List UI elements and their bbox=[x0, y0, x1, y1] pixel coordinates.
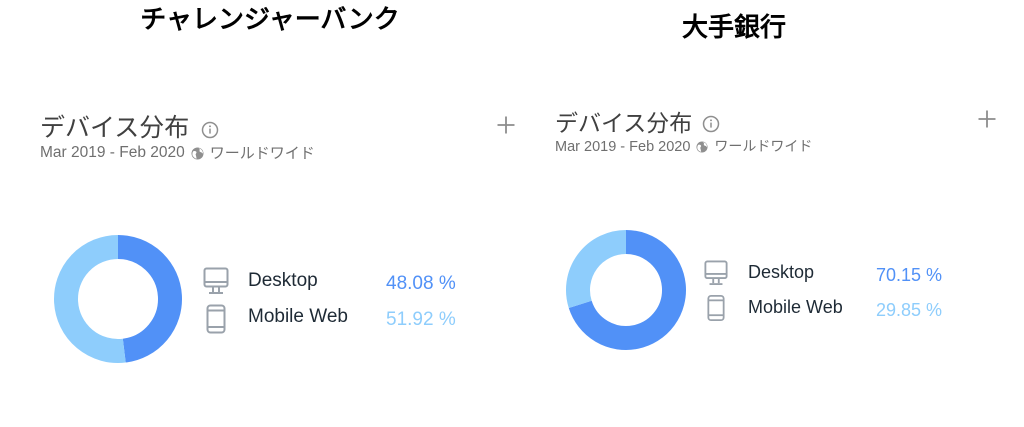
legend-value-mobile-web: 51.92 % bbox=[386, 309, 456, 330]
donut-segment-desktop bbox=[117, 235, 182, 363]
widget-title: デバイス分布 bbox=[40, 113, 190, 142]
legend-label-desktop: Desktop bbox=[748, 262, 815, 282]
globe-icon bbox=[696, 141, 708, 153]
add-button[interactable] bbox=[977, 109, 997, 129]
widget-subtitle: Mar 2019 - Feb 2020 ワールドワイド bbox=[40, 143, 315, 163]
globe-icon bbox=[191, 147, 204, 160]
panel-heading: 大手銀行 bbox=[681, 13, 786, 43]
date-range: Mar 2019 - Feb 2020 bbox=[555, 139, 691, 155]
legend-label-mobile-web: Mobile Web bbox=[748, 297, 843, 317]
date-range: Mar 2019 - Feb 2020 bbox=[40, 144, 185, 161]
challenger-bank-panel: チャレンジャーバンク デバイス分布 Mar 2019 - Feb 2020 ワー… bbox=[0, 0, 515, 427]
widget-title: デバイス分布 bbox=[555, 111, 693, 137]
donut-chart bbox=[566, 230, 686, 350]
legend-label-mobile-web: Mobile Web bbox=[248, 306, 348, 327]
desktop-icon bbox=[704, 260, 728, 286]
region-label: ワールドワイド bbox=[209, 144, 315, 162]
donut-segment-mobile-web bbox=[566, 230, 627, 308]
panel-heading: チャレンジャーバンク bbox=[140, 5, 400, 35]
widget-subtitle: Mar 2019 - Feb 2020 ワールドワイド bbox=[555, 137, 812, 157]
legend-value-mobile-web: 29.85 % bbox=[876, 300, 943, 320]
region-label: ワールドワイド bbox=[714, 139, 813, 155]
desktop-icon bbox=[203, 267, 229, 295]
mobile-icon bbox=[206, 304, 226, 334]
legend-value-desktop: 48.08 % bbox=[386, 273, 456, 294]
info-icon[interactable] bbox=[702, 115, 720, 133]
major-bank-panel: 大手銀行 デバイス分布 Mar 2019 - Feb 2020 ワールドワイド bbox=[512, 0, 1024, 427]
mobile-icon bbox=[707, 294, 725, 322]
legend-value-desktop: 70.15 % bbox=[876, 265, 943, 285]
donut-chart bbox=[54, 235, 182, 363]
donut-segment-mobile-web bbox=[54, 235, 126, 363]
legend-label-desktop: Desktop bbox=[248, 270, 318, 291]
info-icon[interactable] bbox=[201, 121, 219, 139]
plus-icon bbox=[978, 110, 996, 128]
